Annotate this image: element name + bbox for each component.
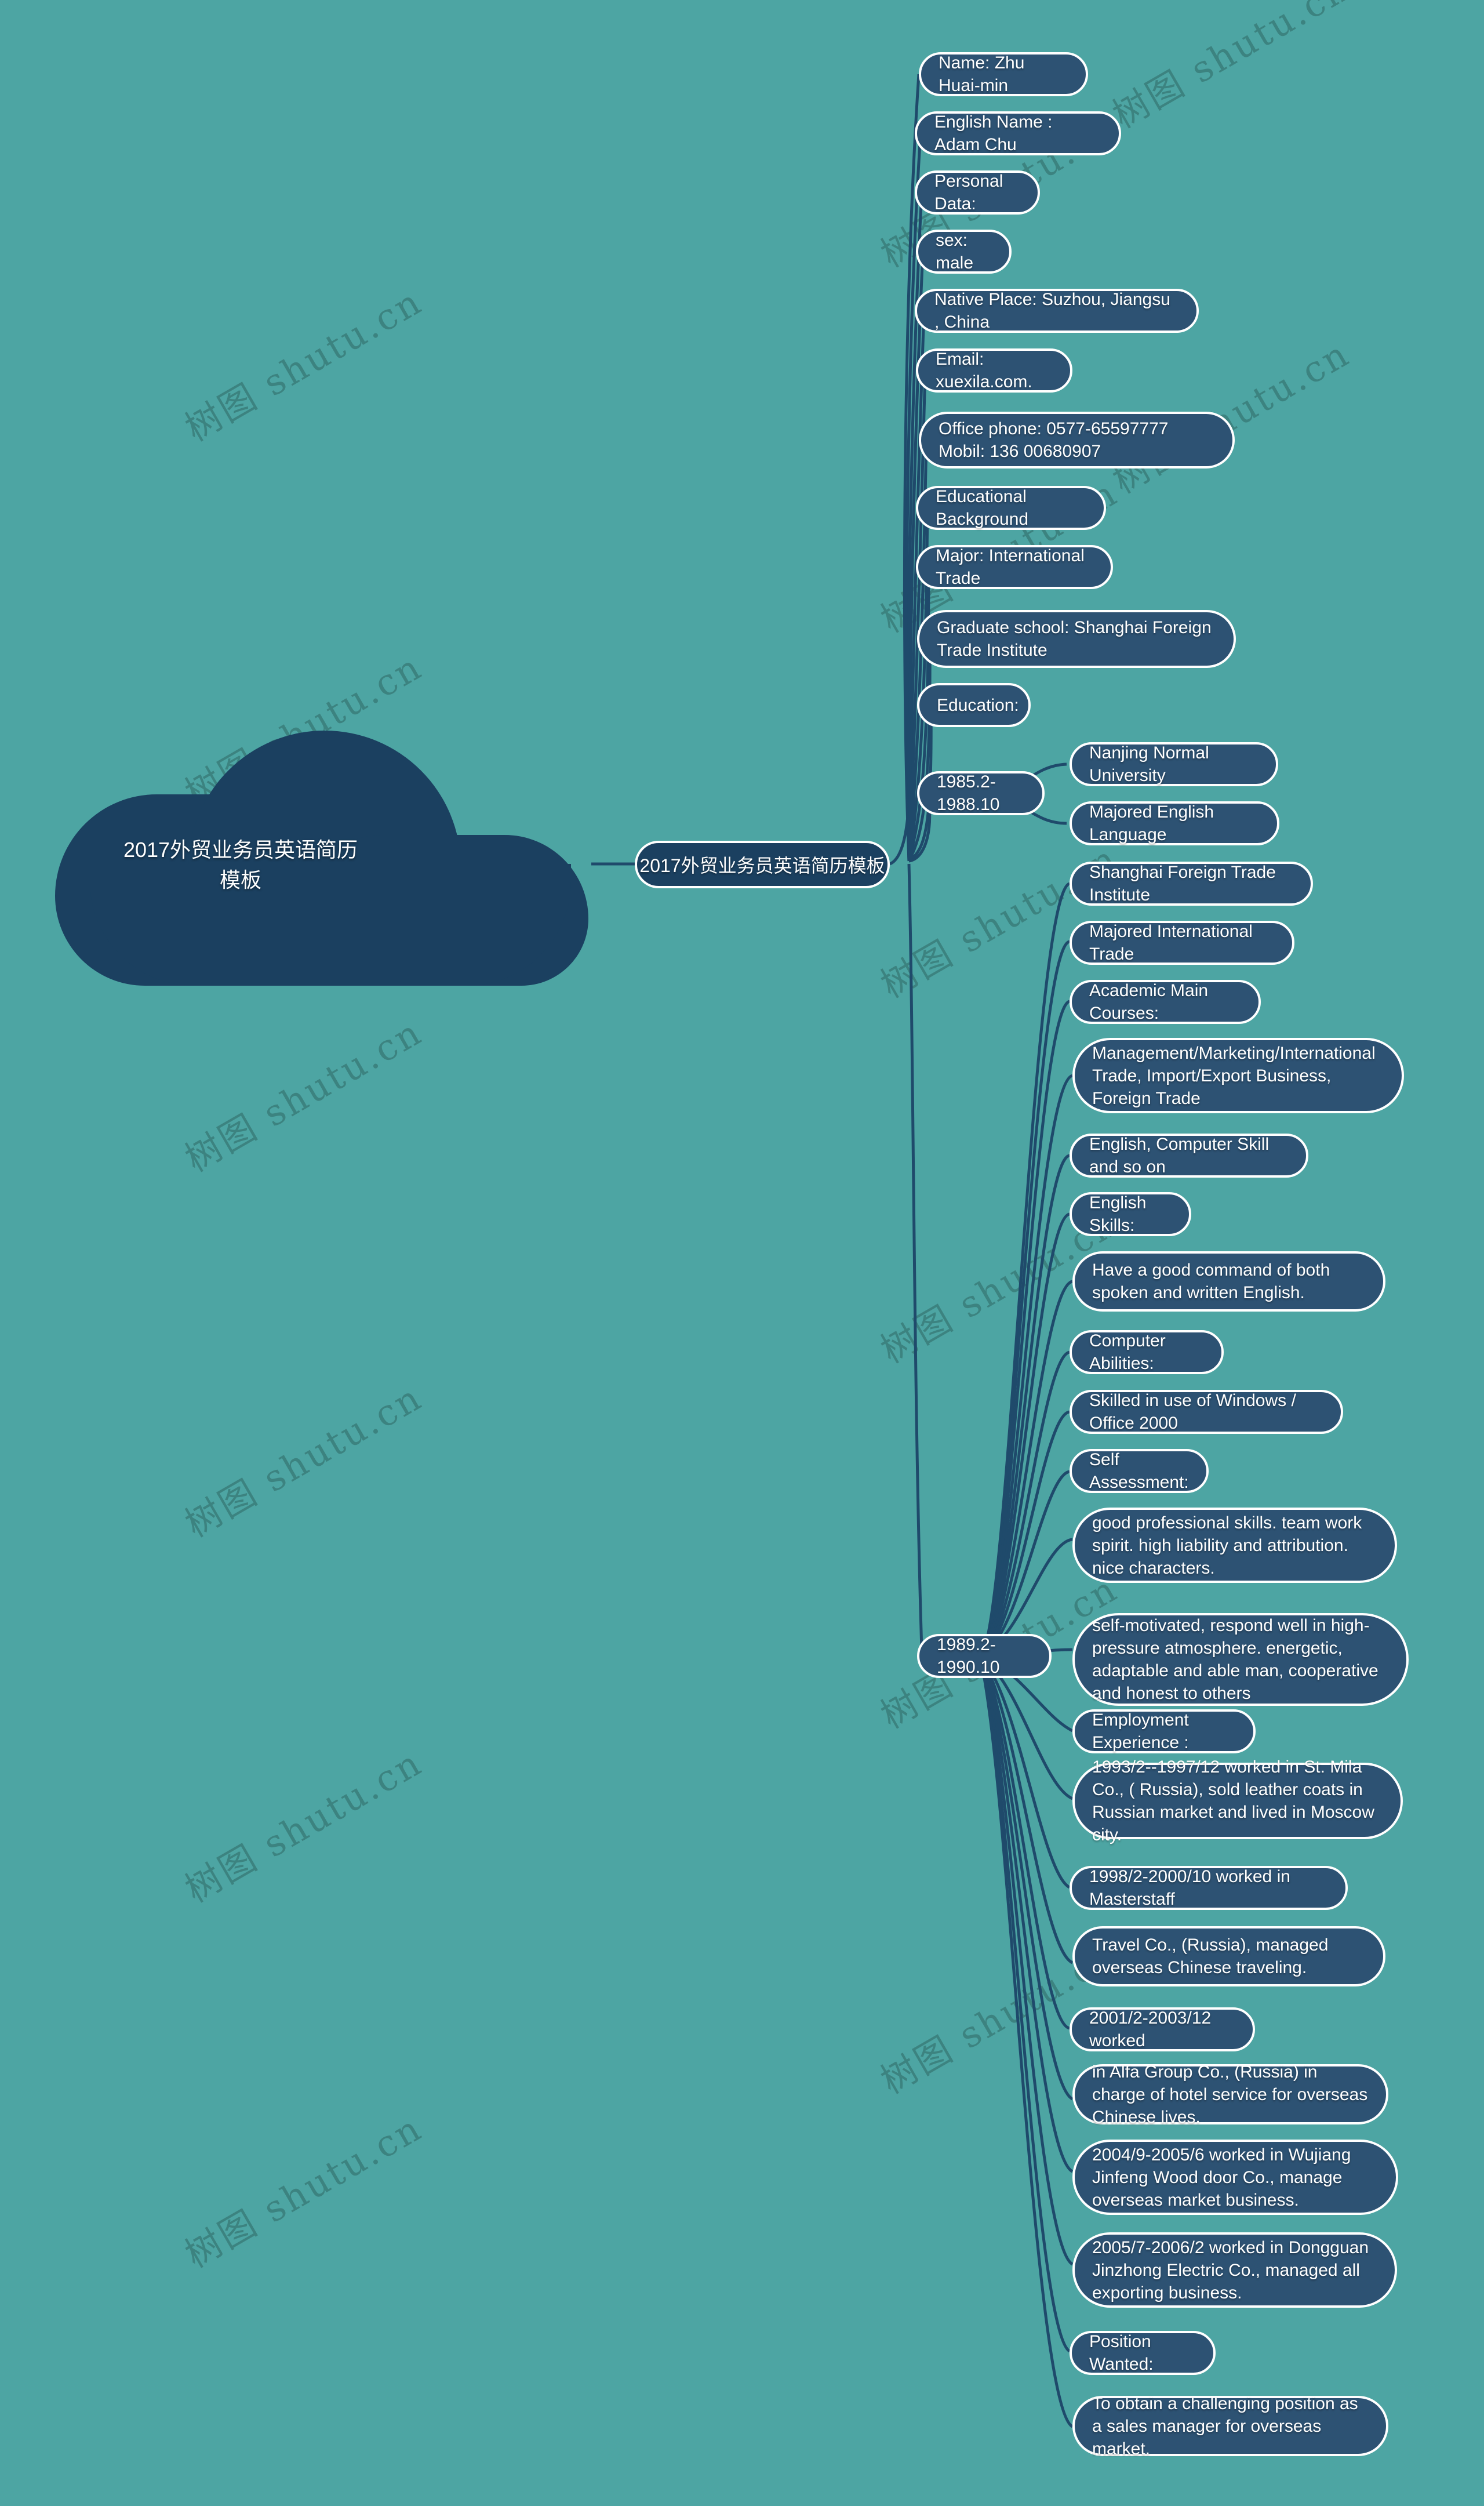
node-label: Academic Main Courses: bbox=[1089, 981, 1209, 1023]
node-label: Have a good command of both spoken and w… bbox=[1092, 1261, 1330, 1302]
node-graduate-school[interactable]: Graduate school: Shanghai Foreign Trade … bbox=[917, 610, 1236, 668]
node-shanghai-foreign-trade-institute[interactable]: Shanghai Foreign Trade Institute bbox=[1070, 862, 1313, 906]
node-self-assessment[interactable]: Self Assessment: bbox=[1070, 1449, 1209, 1493]
node-period-1985[interactable]: 1985.2-1988.10 bbox=[917, 771, 1045, 815]
node-sex[interactable]: sex: male bbox=[916, 230, 1012, 274]
node-label: English Name : Adam Chu bbox=[934, 112, 1053, 154]
node-courses-list[interactable]: Management/Marketing/International Trade… bbox=[1072, 1038, 1404, 1113]
node-job-2001[interactable]: 2001/2-2003/12 worked bbox=[1070, 2007, 1255, 2051]
node-label: To obtain a challenging position as a sa… bbox=[1092, 2394, 1358, 2458]
node-employment-experience[interactable]: Employment Experience : bbox=[1072, 1709, 1256, 1753]
main-branch-node[interactable]: 2017外贸业务员英语简历模板 bbox=[635, 841, 890, 888]
node-label: Shanghai Foreign Trade Institute bbox=[1089, 863, 1276, 905]
node-label: Self Assessment: bbox=[1089, 1450, 1189, 1492]
node-label: English Skills: bbox=[1089, 1193, 1147, 1235]
node-label: Personal Data: bbox=[934, 172, 1003, 213]
node-english-computer-skill[interactable]: English, Computer Skill and so on bbox=[1070, 1134, 1308, 1178]
node-english-name[interactable]: English Name : Adam Chu bbox=[915, 111, 1121, 155]
node-label: Native Place: Suzhou, Jiangsu , China bbox=[934, 290, 1170, 332]
node-label: Majored English Language bbox=[1089, 802, 1214, 844]
node-label: 1985.2-1988.10 bbox=[937, 772, 1000, 814]
node-label: Major: International Trade bbox=[936, 546, 1085, 588]
node-majored-international-trade[interactable]: Majored International Trade bbox=[1070, 921, 1294, 965]
node-personal-data[interactable]: Personal Data: bbox=[915, 170, 1040, 215]
node-label: Position Wanted: bbox=[1089, 2332, 1154, 2374]
node-label: Majored International Trade bbox=[1089, 922, 1253, 964]
node-computer-abilities[interactable]: Computer Abilities: bbox=[1070, 1330, 1224, 1374]
node-academic-main-courses[interactable]: Academic Main Courses: bbox=[1070, 980, 1261, 1024]
node-job-1993[interactable]: 1993/2--1997/12 worked in St. Mila Co., … bbox=[1072, 1757, 1403, 1844]
node-phone[interactable]: Office phone: 0577-65597777 Mobil: 136 0… bbox=[919, 412, 1235, 468]
node-label: Email: xuexila.com. bbox=[936, 350, 1032, 391]
node-label: Educational Background bbox=[936, 487, 1029, 529]
node-nanjing-normal-university[interactable]: Nanjing Normal University bbox=[1070, 742, 1278, 786]
node-label: self-motivated, respond well in high-pre… bbox=[1092, 1616, 1378, 1703]
node-period-1989[interactable]: 1989.2-1990.10 bbox=[917, 1634, 1052, 1678]
node-position-wanted[interactable]: Position Wanted: bbox=[1070, 2331, 1216, 2375]
node-label: Name: Zhu Huai-min bbox=[939, 53, 1025, 95]
node-label: Office phone: 0577-65597777 Mobil: 136 0… bbox=[939, 419, 1169, 461]
node-label: Nanjing Normal University bbox=[1089, 743, 1209, 785]
node-name[interactable]: Name: Zhu Huai-min bbox=[919, 52, 1088, 96]
mindmap-canvas: 树图 shutu.cn 树图 shutu.cn 树图 shutu.cn 树图 s… bbox=[0, 0, 1484, 2506]
node-label: 1998/2-2000/10 worked in Masterstaff bbox=[1089, 1867, 1290, 1909]
node-professional-skills[interactable]: good professional skills. team work spir… bbox=[1072, 1508, 1397, 1583]
node-windows-office[interactable]: Skilled in use of Windows / Office 2000 bbox=[1070, 1390, 1343, 1434]
node-label: Education: bbox=[937, 695, 1019, 715]
node-english-command[interactable]: Have a good command of both spoken and w… bbox=[1072, 1251, 1385, 1312]
root-node-label: 2017外贸业务员英语简历 模板 bbox=[123, 838, 358, 892]
node-job-2004[interactable]: 2004/9-2005/6 worked in Wujiang Jinfeng … bbox=[1072, 2140, 1398, 2215]
node-english-skills[interactable]: English Skills: bbox=[1070, 1192, 1191, 1236]
node-label: 1993/2--1997/12 worked in St. Mila Co., … bbox=[1092, 1757, 1374, 1844]
node-label: Graduate school: Shanghai Foreign Trade … bbox=[937, 618, 1212, 660]
main-branch-label: 2017外贸业务员英语简历模板 bbox=[639, 855, 885, 876]
node-label: Computer Abilities: bbox=[1089, 1331, 1166, 1373]
node-label: Skilled in use of Windows / Office 2000 bbox=[1089, 1391, 1296, 1433]
node-label: Management/Marketing/International Trade… bbox=[1092, 1043, 1376, 1108]
node-label: English, Computer Skill and so on bbox=[1089, 1135, 1270, 1176]
node-education[interactable]: Education: bbox=[917, 683, 1031, 727]
node-label: sex: male bbox=[936, 231, 974, 273]
node-majored-english[interactable]: Majored English Language bbox=[1070, 801, 1279, 845]
node-label: Employment Experience : bbox=[1092, 1710, 1189, 1752]
node-educational-background[interactable]: Educational Background bbox=[916, 486, 1106, 530]
node-label: Travel Co., (Russia), managed overseas C… bbox=[1092, 1935, 1329, 1977]
node-job-1998[interactable]: 1998/2-2000/10 worked in Masterstaff bbox=[1070, 1866, 1348, 1910]
node-self-motivated[interactable]: self-motivated, respond well in high-pre… bbox=[1072, 1613, 1409, 1706]
node-objective[interactable]: To obtain a challenging position as a sa… bbox=[1072, 2394, 1388, 2458]
node-label: 2005/7-2006/2 worked in Dongguan Jinzhon… bbox=[1092, 2238, 1369, 2302]
node-native-place[interactable]: Native Place: Suzhou, Jiangsu , China bbox=[915, 289, 1199, 333]
node-label: 2004/9-2005/6 worked in Wujiang Jinfeng … bbox=[1092, 2145, 1351, 2210]
node-label: 1989.2-1990.10 bbox=[937, 1635, 1000, 1677]
node-travel-co[interactable]: Travel Co., (Russia), managed overseas C… bbox=[1072, 1926, 1385, 1986]
node-label: good professional skills. team work spir… bbox=[1092, 1513, 1362, 1578]
node-label: in Alfa Group Co., (Russia) in charge of… bbox=[1092, 2062, 1368, 2127]
node-alfa-group[interactable]: in Alfa Group Co., (Russia) in charge of… bbox=[1072, 2062, 1388, 2127]
node-email[interactable]: Email: xuexila.com. bbox=[916, 348, 1072, 393]
node-major[interactable]: Major: International Trade bbox=[916, 545, 1113, 589]
node-job-2005[interactable]: 2005/7-2006/2 worked in Dongguan Jinzhon… bbox=[1072, 2232, 1397, 2308]
node-label: 2001/2-2003/12 worked bbox=[1089, 2009, 1212, 2050]
